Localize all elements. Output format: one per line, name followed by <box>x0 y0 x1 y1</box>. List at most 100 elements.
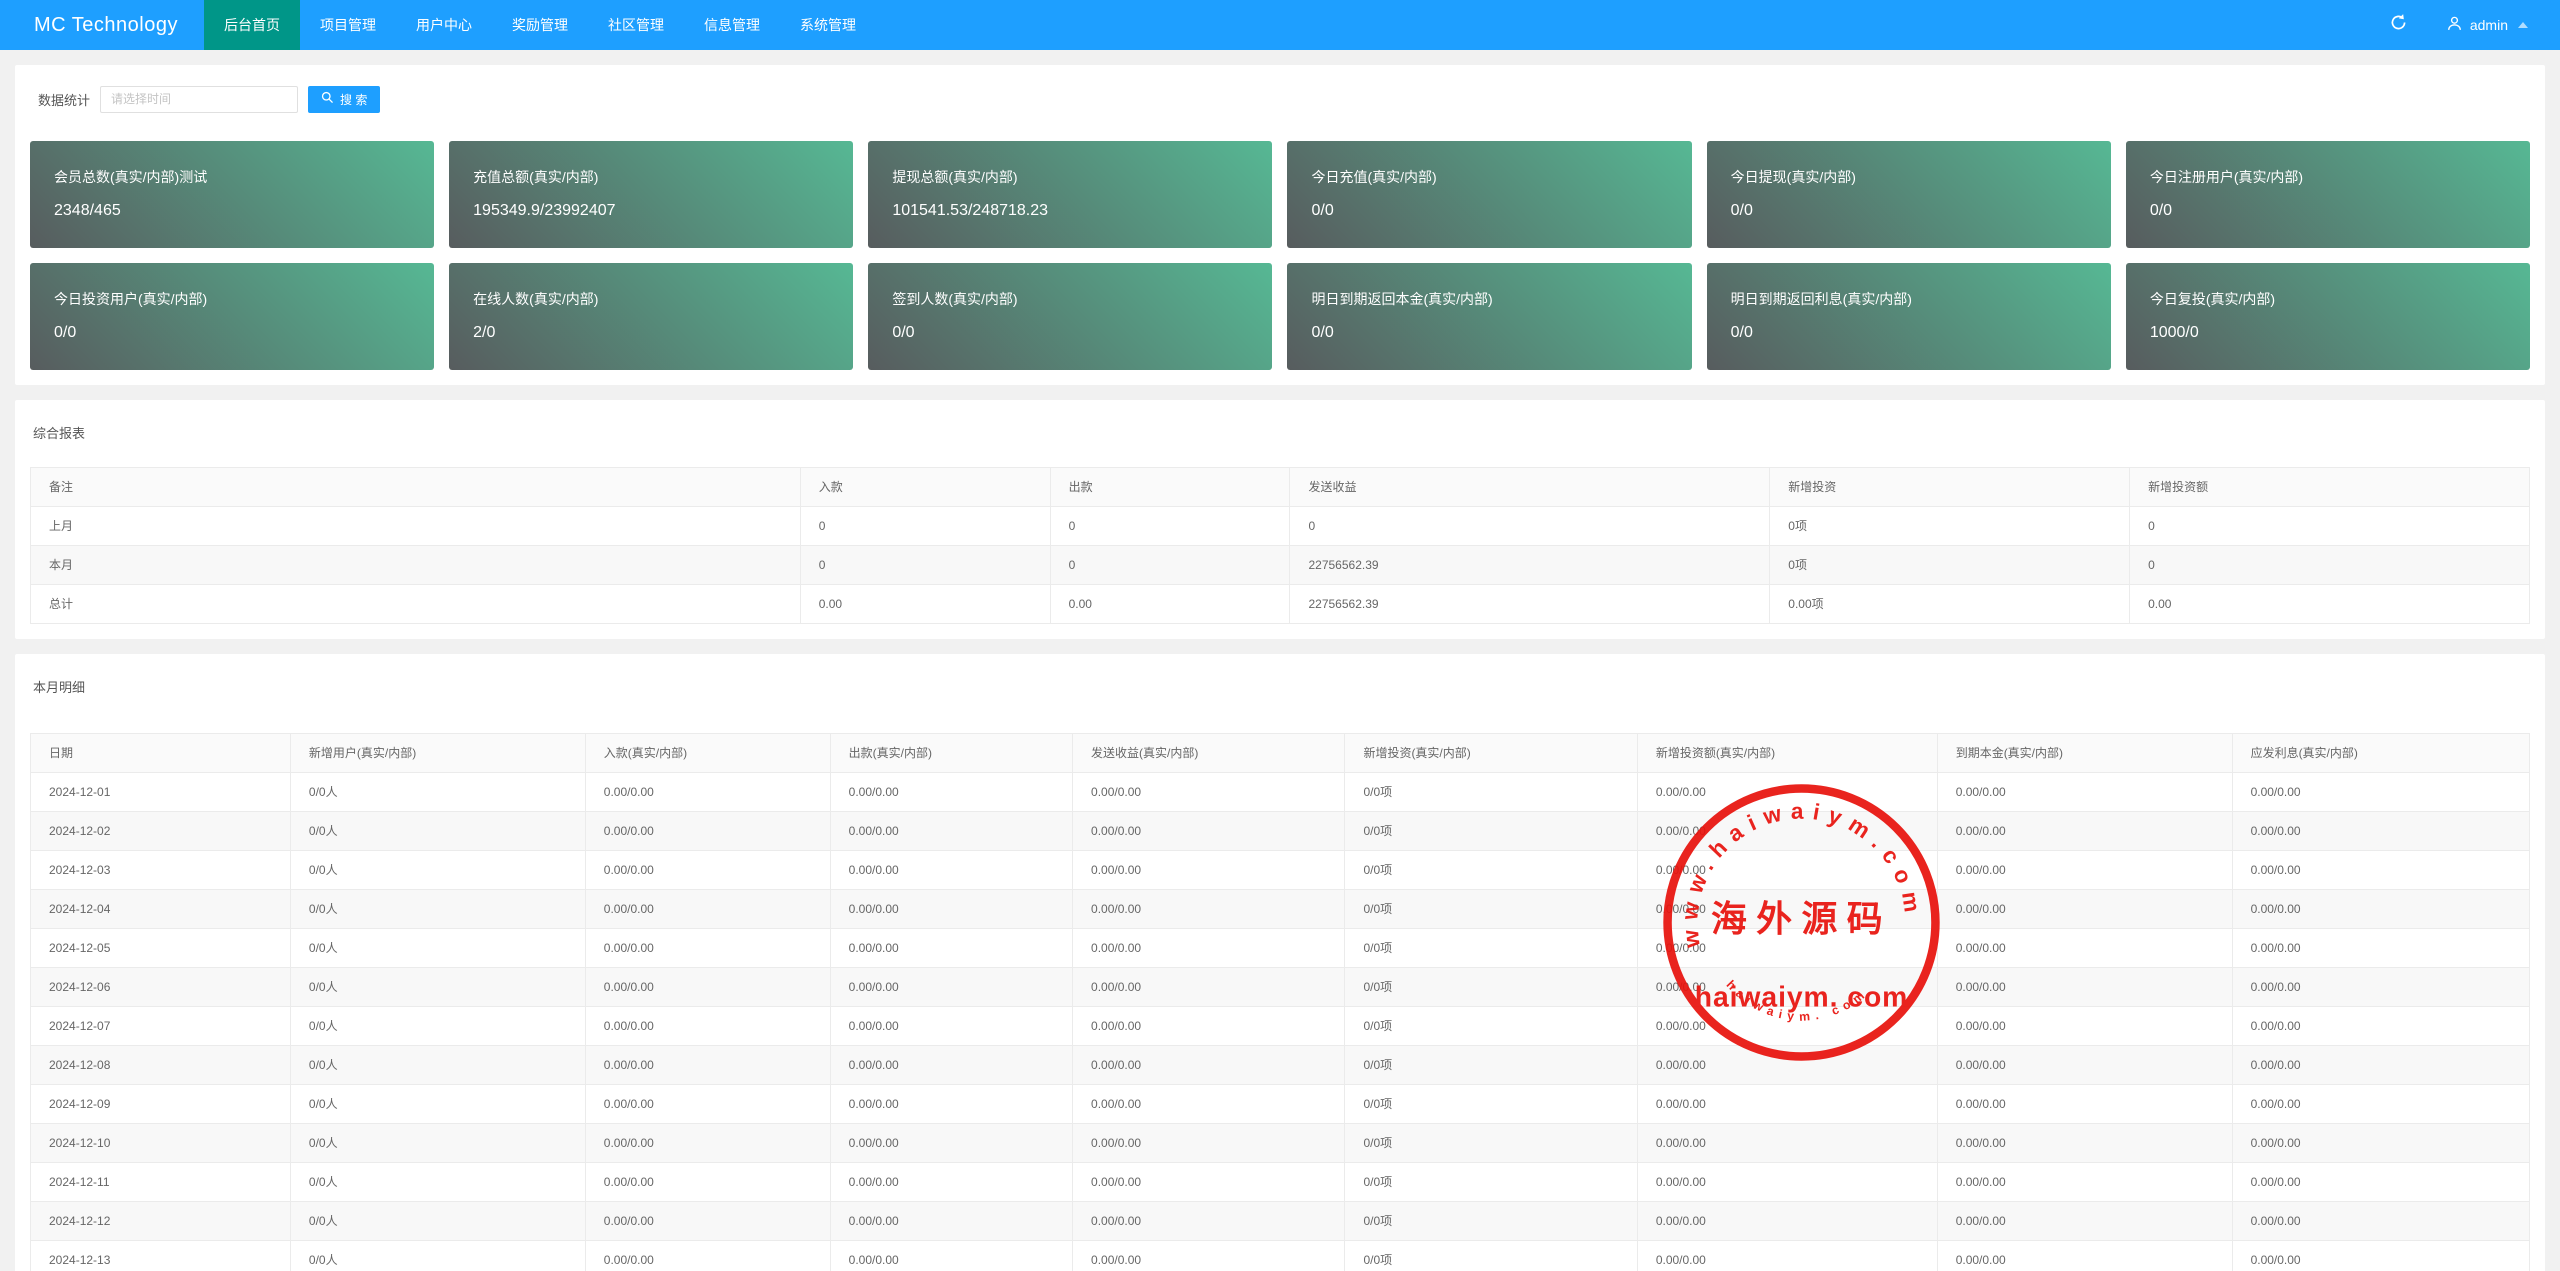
stat-card: 今日充值(真实/内部) 0/0 <box>1287 141 1692 248</box>
table-cell: 0.00/0.00 <box>2231 811 2531 851</box>
table-cell: 0.00/0.00 <box>829 928 1074 968</box>
column-header: 新增投资 <box>1769 467 2131 507</box>
refresh-button[interactable] <box>2370 0 2428 50</box>
column-header: 日期 <box>30 733 291 773</box>
table-cell: 0.00/0.00 <box>584 1201 831 1241</box>
column-header: 备注 <box>30 467 801 507</box>
table-cell: 0.00 <box>799 584 1051 624</box>
date-range-input[interactable] <box>100 85 299 113</box>
search-label: 数据统计 <box>38 92 91 108</box>
table-cell: 0.00/0.00 <box>829 967 1074 1007</box>
table-cell: 本月 <box>30 545 801 585</box>
stat-card: 今日注册用户(真实/内部) 0/0 <box>2125 141 2530 248</box>
stat-card-value: 0/0 <box>2149 202 2173 219</box>
table-cell: 0.00/0.00 <box>829 889 1074 929</box>
column-header: 出款(真实/内部) <box>829 733 1074 773</box>
table-cell: 0.00/0.00 <box>1636 1240 1938 1271</box>
table-cell: 0.00 <box>2129 584 2530 624</box>
nav-item[interactable]: 后台首页 <box>204 0 300 50</box>
table-cell: 0 <box>799 506 1051 546</box>
stat-card-value: 0/0 <box>54 324 77 341</box>
table-cell: 0.00/0.00 <box>829 1045 1074 1085</box>
table-cell: 0.00/0.00 <box>2231 850 2531 890</box>
nav-item[interactable]: 社区管理 <box>588 0 684 50</box>
table-cell: 0.00/0.00 <box>1636 928 1938 968</box>
table-cell: 0.00/0.00 <box>1072 850 1346 890</box>
table-cell: 0.00/0.00 <box>829 1201 1074 1241</box>
column-header: 新增用户(真实/内部) <box>289 733 586 773</box>
table-cell: 0/0项 <box>1344 1162 1638 1202</box>
stat-card-value: 1000/0 <box>2149 324 2199 341</box>
table-cell: 总计 <box>30 584 801 624</box>
nav-item[interactable]: 系统管理 <box>780 0 876 50</box>
table-header-row: 日期 新增用户(真实/内部) 入款(真实/内部) 出款(真实/内部) 发送收益(真实/内… <box>30 733 2531 773</box>
table-cell: 0.00/0.00 <box>1936 1201 2233 1241</box>
table-cell: 0.00/0.00 <box>1936 1084 2233 1124</box>
table-row: 本月 0 0 22756562.39 0项 0 <box>30 545 2530 585</box>
username: admin <box>2469 17 2508 33</box>
stat-card-title: 今日提现(真实/内部) <box>1730 169 1856 185</box>
stat-card-value: 0/0 <box>1311 202 1334 219</box>
table-cell: 2024-12-13 <box>30 1240 291 1271</box>
table-cell: 2024-12-05 <box>30 928 291 968</box>
table-cell: 0 <box>2129 506 2530 546</box>
nav-item[interactable]: 信息管理 <box>684 0 780 50</box>
table-row: 2024-12-07 0/0人 0.00/0.00 0.00/0.00 0.00/0.0… <box>30 1006 2531 1046</box>
stat-card-title: 明日到期返回利息(真实/内部) <box>1730 291 1912 307</box>
nav-item[interactable]: 项目管理 <box>300 0 396 50</box>
table-cell: 0.00/0.00 <box>1072 1006 1346 1046</box>
user-menu[interactable]: admin <box>2428 0 2546 50</box>
summary-table: 备注 入款 出款 发送收益 新增投资 新增投资额 上月 0 0 0 0项 0 本月 0 0 22756562.… <box>30 467 2530 624</box>
stat-card-value: 2/0 <box>473 324 496 341</box>
table-cell: 2024-12-12 <box>30 1201 291 1241</box>
table-cell: 2024-12-07 <box>30 1006 291 1046</box>
stat-card-value: 101541.53/248718.23 <box>892 202 1049 219</box>
stat-card: 充值总额(真实/内部) 195349.9/23992407 <box>449 141 854 248</box>
table-cell: 0.00/0.00 <box>1936 811 2233 851</box>
table-cell: 2024-12-04 <box>30 889 291 929</box>
table-cell: 0.00/0.00 <box>584 772 831 812</box>
table-cell: 0/0人 <box>289 1201 586 1241</box>
stat-card: 在线人数(真实/内部) 2/0 <box>449 263 854 370</box>
table-cell: 22756562.39 <box>1289 584 1771 624</box>
table-cell: 0.00/0.00 <box>2231 772 2531 812</box>
navbar-right: admin <box>2370 0 2560 50</box>
table-cell: 0.00/0.00 <box>1936 1240 2233 1271</box>
table-row: 2024-12-03 0/0人 0.00/0.00 0.00/0.00 0.00/0.0… <box>30 850 2531 890</box>
stat-card: 会员总数(真实/内部)测试 2348/465 <box>30 141 435 248</box>
column-header: 新增投资(真实/内部) <box>1344 733 1638 773</box>
table-cell: 0.00/0.00 <box>584 1006 831 1046</box>
table-cell: 0.00/0.00 <box>1936 850 2233 890</box>
table-row: 2024-12-10 0/0人 0.00/0.00 0.00/0.00 0.00/0.0… <box>30 1123 2531 1163</box>
stat-card-title: 会员总数(真实/内部)测试 <box>54 169 208 185</box>
table-cell: 0.00/0.00 <box>2231 1162 2531 1202</box>
nav-item[interactable]: 奖励管理 <box>492 0 588 50</box>
table-cell: 0/0人 <box>289 1006 586 1046</box>
search-button[interactable]: 搜 索 <box>308 85 381 113</box>
column-header: 发送收益 <box>1289 467 1771 507</box>
table-cell: 0.00/0.00 <box>829 772 1074 812</box>
nav-menu: 后台首页 项目管理 用户中心 奖励管理 社区管理 信息管理 系统管理 <box>204 0 876 50</box>
table-row: 2024-12-06 0/0人 0.00/0.00 0.00/0.00 0.00/0.0… <box>30 967 2531 1007</box>
stat-card-value: 2348/465 <box>54 202 121 219</box>
summary-panel: 综合报表 备注 入款 出款 发送收益 新增投资 新增投资额 上月 0 0 0 0项 0 本月 0 0 2275… <box>15 400 2545 639</box>
stat-card-title: 在线人数(真实/内部) <box>473 291 599 307</box>
stat-cards: 会员总数(真实/内部)测试 2348/465 充值总额(真实/内部) 195349.9… <box>30 141 2530 370</box>
table-cell: 0.00/0.00 <box>1072 772 1346 812</box>
table-cell: 0/0人 <box>289 772 586 812</box>
table-cell: 0.00/0.00 <box>584 1162 831 1202</box>
table-cell: 0/0人 <box>289 850 586 890</box>
detail-title: 本月明细 <box>33 680 86 695</box>
stat-card-title: 今日充值(真实/内部) <box>1311 169 1437 185</box>
table-cell: 0/0项 <box>1344 1123 1638 1163</box>
detail-table: 日期 新增用户(真实/内部) 入款(真实/内部) 出款(真实/内部) 发送收益(真实/内… <box>30 733 2531 1271</box>
table-row: 上月 0 0 0 0项 0 <box>30 506 2530 546</box>
nav-item[interactable]: 用户中心 <box>396 0 492 50</box>
search-icon <box>321 91 334 107</box>
brand-logo: MC Technology <box>34 14 178 36</box>
stat-card-value: 195349.9/23992407 <box>473 202 616 219</box>
table-row: 2024-12-08 0/0人 0.00/0.00 0.00/0.00 0.00/0.0… <box>30 1045 2531 1085</box>
table-cell: 0.00/0.00 <box>584 1240 831 1271</box>
table-cell: 0.00/0.00 <box>584 1045 831 1085</box>
table-cell: 0/0项 <box>1344 928 1638 968</box>
